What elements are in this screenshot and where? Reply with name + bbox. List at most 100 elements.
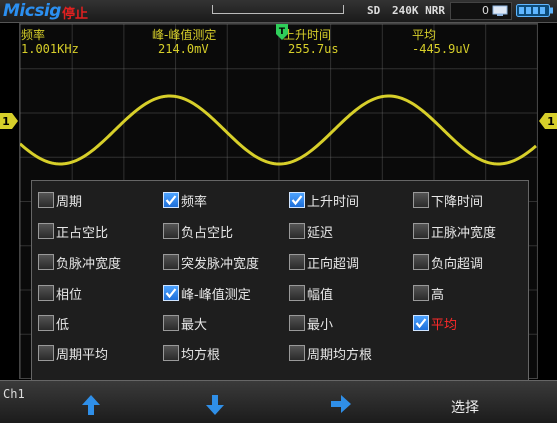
measurement-name: 上升时间 <box>283 28 332 42</box>
measurement-frequency: 频率 1.001KHz <box>21 28 79 56</box>
measurement-option[interactable]: 正向超调 <box>289 252 359 272</box>
measurement-option[interactable]: 高 <box>413 283 444 303</box>
option-label: 负占空比 <box>181 225 234 241</box>
option-label: 下降时间 <box>431 194 484 210</box>
checkbox-icon[interactable] <box>38 315 54 331</box>
checkbox-icon[interactable] <box>289 285 305 301</box>
softkey-bar: Ch1 选择 <box>0 380 557 423</box>
measurement-selection-menu: 周期 频率 上升时间 下降时间正占空比 负占空比 延迟 正脉冲宽度负脉冲宽度 突发脉冲宽度 正向… <box>31 180 529 381</box>
arrow-right-icon[interactable] <box>331 395 351 413</box>
battery-icon <box>516 4 553 17</box>
checkbox-icon[interactable] <box>413 223 429 239</box>
checkbox-icon[interactable] <box>163 223 179 239</box>
checkbox-icon[interactable] <box>163 345 179 361</box>
ch1-offset-marker-right[interactable]: 1 <box>539 113 557 129</box>
option-label: 周期 <box>56 194 83 210</box>
memory-depth: 240K NRR <box>392 4 445 17</box>
measurement-peak-to-peak: 峰-峰值测定 214.0mV <box>152 28 216 56</box>
measurement-option[interactable]: 上升时间 <box>289 190 359 210</box>
option-label: 最小 <box>307 317 334 333</box>
measurement-option[interactable]: 负向超调 <box>413 252 483 272</box>
measurement-option[interactable]: 最小 <box>289 313 333 333</box>
option-label: 负向超调 <box>431 256 484 272</box>
checkbox-icon[interactable] <box>413 285 429 301</box>
checkbox-icon[interactable] <box>289 345 305 361</box>
measurement-option[interactable]: 周期 <box>38 190 82 210</box>
measurement-name: 频率 <box>21 28 46 42</box>
checkbox-icon[interactable] <box>413 254 429 270</box>
measurement-name: 峰-峰值测定 <box>152 28 217 42</box>
option-label: 正占空比 <box>56 225 109 241</box>
measurement-option[interactable]: 正占空比 <box>38 221 108 241</box>
option-label: 正向超调 <box>307 256 360 272</box>
checkbox-icon[interactable] <box>38 345 54 361</box>
checkbox-icon[interactable] <box>289 254 305 270</box>
checkbox-icon[interactable] <box>289 223 305 239</box>
measurement-rise-time: 上升时间 255.7us <box>283 28 339 56</box>
channel-tag: Ch1 <box>3 387 25 401</box>
counter-box: 0 <box>450 2 512 20</box>
checkbox-checked-icon[interactable] <box>413 315 429 331</box>
measurement-option[interactable]: 幅值 <box>289 283 333 303</box>
trigger-marker[interactable]: T <box>276 24 288 42</box>
timebase-position-track <box>212 4 494 15</box>
measurement-option[interactable]: 延迟 <box>289 221 333 241</box>
measurement-option[interactable]: 最大 <box>163 313 207 333</box>
measurement-option[interactable]: 周期均方根 <box>289 343 372 363</box>
measurement-name: 平均 <box>412 28 437 42</box>
arrow-up-icon[interactable] <box>82 395 100 415</box>
checkbox-icon[interactable] <box>163 315 179 331</box>
measurement-option[interactable]: 周期平均 <box>38 343 108 363</box>
checkbox-checked-icon[interactable] <box>163 285 179 301</box>
counter-value: 0 <box>482 4 489 17</box>
checkbox-icon[interactable] <box>413 192 429 208</box>
option-label: 平均 <box>431 317 458 333</box>
measurement-option[interactable]: 平均 <box>413 313 457 333</box>
arrow-down-icon[interactable] <box>206 395 224 415</box>
measurement-option[interactable]: 正脉冲宽度 <box>413 221 496 241</box>
option-label: 周期均方根 <box>307 347 373 363</box>
measurement-value: 255.7us <box>288 42 339 56</box>
option-label: 正脉冲宽度 <box>431 225 497 241</box>
checkbox-icon[interactable] <box>289 315 305 331</box>
option-label: 均方根 <box>181 347 221 363</box>
measurement-value: -445.9uV <box>412 42 470 56</box>
trigger-marker-label: T <box>279 27 286 37</box>
option-label: 频率 <box>181 194 208 210</box>
option-label: 相位 <box>56 287 83 303</box>
option-label: 高 <box>431 287 445 303</box>
measurement-option[interactable]: 均方根 <box>163 343 220 363</box>
option-label: 最大 <box>181 317 208 333</box>
option-label: 负脉冲宽度 <box>56 256 122 272</box>
ch1-marker-label: 1 <box>2 115 10 128</box>
measurement-option[interactable]: 峰-峰值测定 <box>163 283 251 303</box>
ch1-marker-label: 1 <box>547 115 555 128</box>
checkbox-icon[interactable] <box>38 285 54 301</box>
measurement-option[interactable]: 低 <box>38 313 69 333</box>
measurement-option[interactable]: 负占空比 <box>163 221 233 241</box>
option-label: 周期平均 <box>56 347 109 363</box>
measurement-option[interactable]: 负脉冲宽度 <box>38 252 121 272</box>
ch1-offset-marker-left[interactable]: 1 <box>0 113 19 129</box>
measurement-value: 1.001KHz <box>21 42 79 56</box>
option-label: 低 <box>56 317 70 333</box>
select-softkey[interactable]: 选择 <box>451 397 479 417</box>
checkbox-icon[interactable] <box>38 192 54 208</box>
run-state-indicator[interactable]: 停止 <box>62 3 88 22</box>
measurement-average: 平均 -445.9uV <box>412 28 470 56</box>
checkbox-icon[interactable] <box>38 223 54 239</box>
measurement-option[interactable]: 频率 <box>163 190 207 210</box>
option-label: 突发脉冲宽度 <box>181 256 260 272</box>
measurement-option[interactable]: 突发脉冲宽度 <box>163 252 259 272</box>
checkbox-checked-icon[interactable] <box>289 192 305 208</box>
option-label: 延迟 <box>307 225 334 241</box>
status-bar: Micsig 停止 SD 240K NRR 0 <box>0 0 557 23</box>
measurement-value: 214.0mV <box>158 42 209 56</box>
checkbox-icon[interactable] <box>38 254 54 270</box>
measurement-option[interactable]: 下降时间 <box>413 190 483 210</box>
checkbox-checked-icon[interactable] <box>163 192 179 208</box>
option-label: 上升时间 <box>307 194 360 210</box>
checkbox-icon[interactable] <box>163 254 179 270</box>
option-label: 幅值 <box>307 287 334 303</box>
measurement-option[interactable]: 相位 <box>38 283 82 303</box>
